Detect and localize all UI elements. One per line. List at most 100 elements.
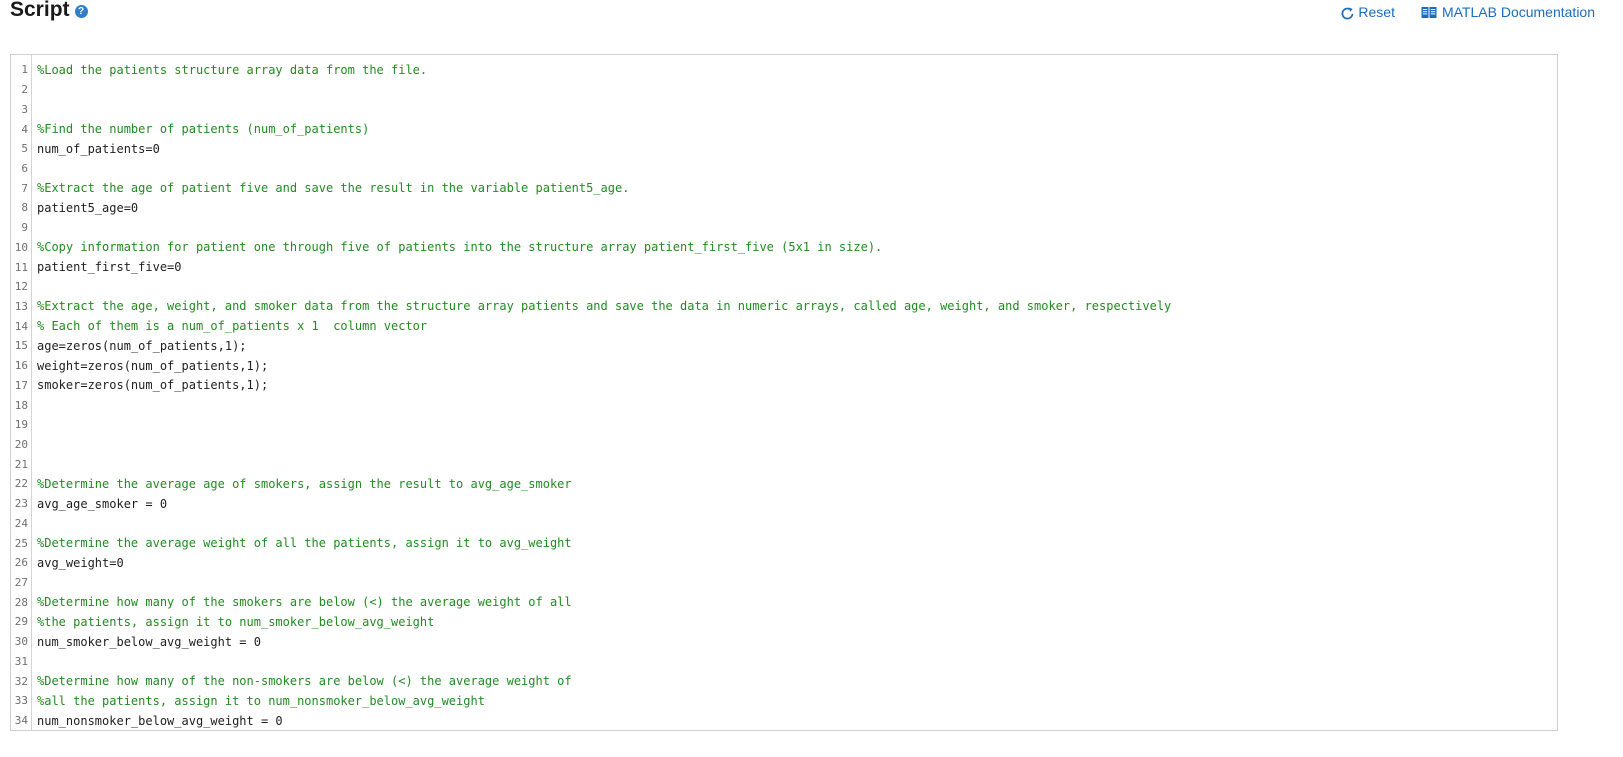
code-line[interactable]: 24: [11, 514, 1557, 534]
code-text: avg_age_smoker = 0: [37, 496, 168, 511]
line-number: 25: [14, 536, 28, 550]
code-line[interactable]: 13 %Extract the age, weight, and smoker d…: [11, 297, 1557, 317]
code-line[interactable]: 15 age=zeros(num_of_patients,1);: [11, 336, 1557, 356]
line-number: 18: [14, 398, 28, 412]
code-line[interactable]: 9: [11, 218, 1557, 238]
line-number: 16: [14, 359, 28, 373]
reset-button[interactable]: Reset: [1340, 3, 1395, 21]
code-line[interactable]: 28 %Determine how many of the smokers are…: [11, 592, 1557, 612]
line-number: 4: [21, 122, 28, 136]
code-line[interactable]: 3: [11, 99, 1557, 119]
code-line[interactable]: 29 %the patients, assign it to num_smoker…: [11, 612, 1557, 632]
code-line[interactable]: 26 avg_weight=0: [11, 553, 1557, 573]
code-line[interactable]: 5 num_of_patients=0: [11, 139, 1557, 159]
code-text: age=zeros(num_of_patients,1);: [37, 338, 247, 353]
line-number: 22: [14, 477, 28, 491]
line-number: 24: [14, 516, 28, 530]
line-number: 15: [14, 339, 28, 353]
matlab-documentation-link[interactable]: MATLAB Documentation: [1421, 3, 1595, 21]
line-number: 2: [21, 83, 28, 97]
code-comment: %Copy information for patient one throug…: [37, 240, 883, 255]
line-number: 6: [21, 161, 28, 175]
code-line[interactable]: 19: [11, 415, 1557, 435]
code-comment: %Determine the average age of smokers, a…: [37, 476, 572, 491]
line-number: 12: [14, 280, 28, 294]
line-number: 11: [14, 260, 28, 274]
code-line[interactable]: 30 num_smoker_below_avg_weight = 0: [11, 632, 1557, 652]
header-actions: Reset MATLAB Documentation: [1340, 3, 1595, 21]
line-number: 32: [14, 674, 28, 688]
code-text: avg_weight=0: [37, 555, 124, 570]
code-line[interactable]: 7 %Extract the age of patient five and sa…: [11, 178, 1557, 198]
question-circle-icon[interactable]: ?: [74, 4, 88, 18]
line-number: 14: [14, 319, 28, 333]
code-comment: %Determine how many of the smokers are b…: [37, 595, 572, 610]
code-line[interactable]: 4 %Find the number of patients (num_of_pa…: [11, 119, 1557, 139]
code-comment: % Each of them is a num_of_patients x 1 …: [37, 319, 428, 334]
page-title-text: Script: [10, 0, 70, 21]
line-number: 30: [14, 635, 28, 649]
code-line[interactable]: 10 %Copy information for patient one thro…: [11, 237, 1557, 257]
code-line[interactable]: 11 patient_first_five=0: [11, 257, 1557, 277]
line-number: 20: [14, 438, 28, 452]
line-number: 31: [14, 654, 28, 668]
line-number: 34: [14, 714, 28, 728]
code-line[interactable]: 25 %Determine the average weight of all t…: [11, 533, 1557, 553]
code-line[interactable]: 6: [11, 159, 1557, 179]
line-number: 7: [21, 181, 28, 195]
code-text: patient5_age=0: [37, 200, 139, 215]
script-header: Script ? Reset MATLAB Documentation: [0, 0, 1623, 40]
code-line[interactable]: 21: [11, 454, 1557, 474]
line-number: 33: [14, 694, 28, 708]
line-number: 29: [14, 615, 28, 629]
line-number: 28: [14, 595, 28, 609]
code-line[interactable]: 20: [11, 435, 1557, 455]
code-comment: %Find the number of patients (num_of_pat…: [37, 122, 370, 137]
line-number: 3: [21, 102, 28, 116]
code-line[interactable]: 34 num_nonsmoker_below_avg_weight = 0: [11, 711, 1557, 730]
code-lines: 1 %Load the patients structure array data…: [11, 60, 1557, 730]
line-number: 13: [14, 299, 28, 313]
code-comment: %all the patients, assign it to num_nons…: [37, 693, 485, 708]
code-line[interactable]: 22 %Determine the average age of smokers,…: [11, 474, 1557, 494]
code-line[interactable]: 32 %Determine how many of the non-smokers…: [11, 671, 1557, 691]
code-line[interactable]: 31: [11, 652, 1557, 672]
code-line[interactable]: 17 smoker=zeros(num_of_patients,1);: [11, 376, 1557, 396]
code-comment: %Extract the age of patient five and sav…: [37, 181, 630, 196]
code-line[interactable]: 27: [11, 573, 1557, 593]
code-line[interactable]: 16 weight=zeros(num_of_patients,1);: [11, 356, 1557, 376]
line-number: 27: [14, 576, 28, 590]
code-line[interactable]: 1 %Load the patients structure array data…: [11, 60, 1557, 80]
code-comment: %Determine the average weight of all the…: [37, 536, 572, 551]
code-line[interactable]: 8 patient5_age=0: [11, 198, 1557, 218]
line-number: 1: [21, 63, 28, 77]
code-text: patient_first_five=0: [37, 260, 182, 275]
code-text: num_smoker_below_avg_weight = 0: [37, 634, 261, 649]
code-line[interactable]: 33 %all the patients, assign it to num_no…: [11, 691, 1557, 711]
line-number: 9: [21, 221, 28, 235]
code-text: num_of_patients=0: [37, 141, 160, 156]
page-title: Script ?: [10, 0, 88, 24]
code-editor[interactable]: 1 %Load the patients structure array data…: [10, 54, 1558, 731]
matlab-documentation-label: MATLAB Documentation: [1441, 4, 1595, 20]
code-comment: %Extract the age, weight, and smoker dat…: [37, 299, 1172, 314]
line-number: 21: [14, 457, 28, 471]
line-number: 5: [21, 142, 28, 156]
line-number: 17: [14, 378, 28, 392]
code-line[interactable]: 14 % Each of them is a num_of_patients x …: [11, 316, 1557, 336]
book-icon: [1421, 6, 1437, 18]
line-number: 23: [14, 497, 28, 511]
code-comment: %Determine how many of the non-smokers a…: [37, 674, 572, 689]
code-text: weight=zeros(num_of_patients,1);: [37, 358, 269, 373]
code-comment: %the patients, assign it to num_smoker_b…: [37, 614, 435, 629]
code-line[interactable]: 2: [11, 80, 1557, 100]
line-number: 26: [14, 556, 28, 570]
code-line[interactable]: 23 avg_age_smoker = 0: [11, 494, 1557, 514]
line-number: 19: [14, 418, 28, 432]
line-number: 10: [14, 240, 28, 254]
code-line[interactable]: 18: [11, 395, 1557, 415]
line-number: 8: [21, 201, 28, 215]
code-text: num_nonsmoker_below_avg_weight = 0: [37, 713, 283, 728]
code-line[interactable]: 12: [11, 277, 1557, 297]
reset-label: Reset: [1358, 4, 1395, 20]
